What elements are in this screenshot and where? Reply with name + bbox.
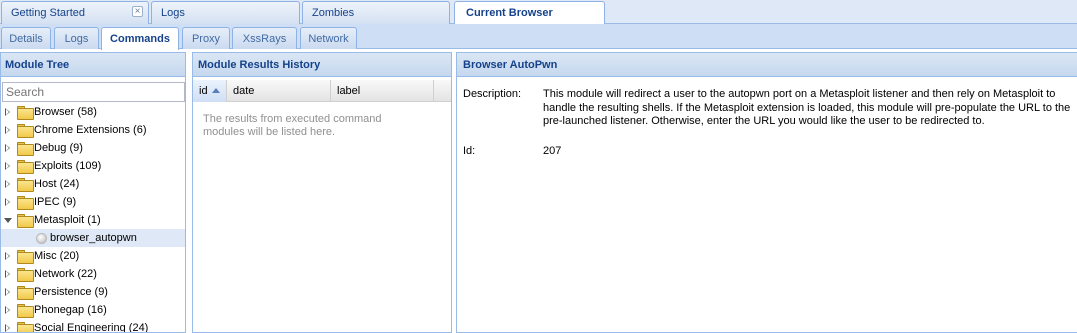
tab-getting-started[interactable]: Getting Started × (1, 1, 149, 24)
tab-label: Details (9, 33, 43, 45)
folder-icon (17, 268, 34, 282)
folder-icon (17, 250, 34, 264)
tree-item-misc[interactable]: Misc (20) (1, 247, 185, 265)
tab-label: Zombies (312, 7, 355, 19)
tab-label: Getting Started (11, 7, 85, 19)
tree-item-label: Network (22) (34, 268, 97, 280)
close-icon[interactable]: × (132, 6, 143, 17)
folder-icon (17, 178, 34, 192)
expand-arrow-icon[interactable] (5, 198, 10, 206)
id-label: Id: (463, 145, 476, 157)
tree-item-label: Phonegap (16) (34, 304, 107, 316)
tab-current-browser[interactable]: Current Browser (454, 1, 605, 25)
expand-arrow-icon[interactable] (5, 252, 10, 260)
tree-item-browser-autopwn[interactable]: browser_autopwn (1, 229, 185, 247)
column-header-label[interactable]: label (331, 80, 434, 102)
tab-label: Logs (161, 7, 185, 19)
results-empty-message: The results from executed command module… (203, 113, 382, 138)
folder-icon (17, 160, 34, 174)
panel-title: Module Results History (193, 53, 451, 77)
tree-item-label: Misc (20) (34, 250, 80, 262)
expand-arrow-icon[interactable] (5, 270, 10, 278)
expand-arrow-icon[interactable] (5, 324, 10, 332)
sort-ascending-icon (211, 88, 220, 93)
column-label: label (337, 85, 361, 97)
tree-item-label: Debug (9) (34, 142, 83, 154)
expand-arrow-icon[interactable] (5, 108, 10, 116)
expand-arrow-icon[interactable] (5, 306, 10, 314)
description-label: Description: (463, 88, 522, 100)
module-tree: Browser (58) Chrome Extensions (6) Debug… (1, 103, 185, 333)
folder-icon (17, 304, 34, 318)
tree-item-debug[interactable]: Debug (9) (1, 139, 185, 157)
tree-item-browser[interactable]: Browser (58) (1, 103, 185, 121)
tree-item-host[interactable]: Host (24) (1, 175, 185, 193)
tree-item-chrome-extensions[interactable]: Chrome Extensions (6) (1, 121, 185, 139)
folder-icon (17, 106, 34, 120)
tree-item-phonegap[interactable]: Phonegap (16) (1, 301, 185, 319)
tree-item-metasploit[interactable]: Metasploit (1) (1, 211, 185, 229)
tree-item-label: Persistence (9) (34, 286, 108, 298)
expand-arrow-icon[interactable] (5, 144, 10, 152)
tree-item-persistence[interactable]: Persistence (9) (1, 283, 185, 301)
panel-title: Browser AutoPwn (457, 53, 1077, 77)
tab-label: XssRays (242, 33, 287, 45)
tree-item-label: Metasploit (1) (34, 214, 101, 226)
tab-logs[interactable]: Logs (151, 1, 300, 24)
tree-item-label: IPEC (9) (34, 196, 77, 208)
column-header-date[interactable]: date (227, 80, 331, 102)
results-history-panel: Module Results History id date label The… (192, 52, 452, 333)
tree-item-exploits[interactable]: Exploits (109) (1, 157, 185, 175)
module-search-input[interactable] (2, 82, 185, 102)
tab-label: Network (308, 33, 349, 45)
tree-item-label: browser_autopwn (50, 232, 137, 244)
open-folder-icon (17, 214, 34, 228)
column-header-id[interactable]: id (193, 80, 227, 102)
tab-network[interactable]: Network (300, 27, 357, 49)
tab-label: Proxy (191, 33, 221, 45)
tab-proxy[interactable]: Proxy (182, 27, 230, 49)
id-value: 207 (543, 145, 562, 157)
module-tree-panel: Module Tree Browser (58) Chrome Extensio… (0, 52, 186, 333)
module-details-panel: Browser AutoPwn Description: This module… (456, 52, 1077, 333)
tree-item-label: Chrome Extensions (6) (34, 124, 147, 136)
tab-label: Logs (64, 33, 89, 45)
folder-icon (17, 124, 34, 138)
tab-zombies[interactable]: Zombies (302, 1, 450, 24)
tab-label: Current Browser (466, 7, 553, 19)
main-tab-bar: Getting Started × Logs Zombies Current B… (0, 0, 1077, 25)
browser-tab-bar: Details Logs Commands Proxy XssRays Netw… (0, 24, 1077, 50)
tab-details[interactable]: Details (1, 27, 51, 49)
tree-item-label: Social Engineering (24) (34, 322, 149, 333)
tree-item-label: Exploits (109) (34, 160, 102, 172)
expand-arrow-icon[interactable] (5, 288, 10, 296)
expand-arrow-icon[interactable] (5, 126, 10, 134)
folder-icon (17, 322, 34, 332)
collapse-arrow-icon[interactable] (4, 218, 12, 223)
tree-item-label: Host (24) (34, 178, 80, 190)
column-label: id (199, 85, 208, 97)
column-label: date (233, 85, 255, 97)
tab-label: Commands (110, 33, 170, 45)
panel-title: Module Tree (1, 53, 185, 77)
tree-item-ipec[interactable]: IPEC (9) (1, 193, 185, 211)
tree-item-label: Browser (58) (34, 106, 97, 118)
expand-arrow-icon[interactable] (5, 180, 10, 188)
results-grid-header: id date label (193, 80, 451, 102)
tab-logs-browser[interactable]: Logs (54, 27, 99, 49)
tab-commands[interactable]: Commands (101, 27, 179, 50)
tab-xssrays[interactable]: XssRays (232, 27, 297, 49)
description-text: This module will redirect a user to the … (543, 88, 1071, 127)
folder-icon (17, 142, 34, 156)
tree-item-social-engineering[interactable]: Social Engineering (24) (1, 319, 185, 333)
expand-arrow-icon[interactable] (5, 162, 10, 170)
module-status-icon (36, 233, 47, 244)
tree-item-network[interactable]: Network (22) (1, 265, 185, 283)
folder-icon (17, 196, 34, 210)
folder-icon (17, 286, 34, 300)
